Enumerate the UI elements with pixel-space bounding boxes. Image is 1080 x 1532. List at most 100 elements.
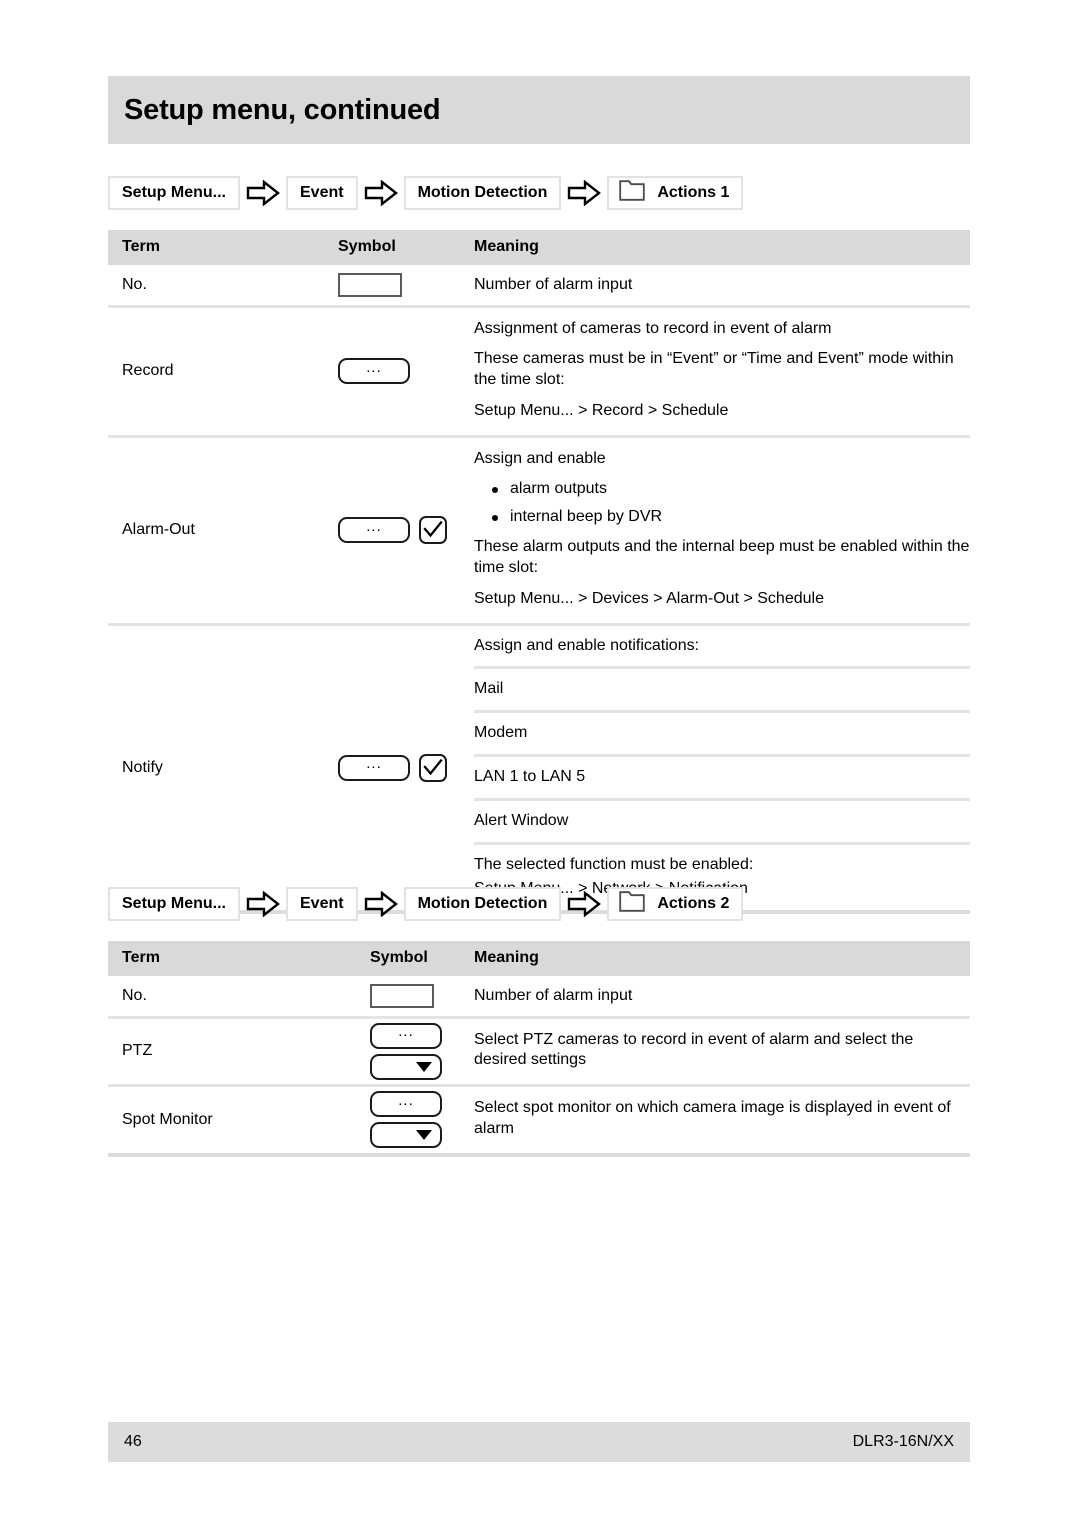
column-header-symbol: Symbol [370,941,474,976]
column-header-term: Term [108,230,338,265]
row-term: No. [122,986,147,1004]
breadcrumb-item-event[interactable]: Event [286,887,358,921]
column-header-meaning: Meaning [474,230,970,265]
document-page: Setup menu, continued Setup Menu... Even… [108,0,970,1532]
meaning-line: Assignment of cameras to record in event… [474,319,832,337]
arrow-right-icon [561,180,607,206]
column-header-symbol: Symbol [338,230,474,265]
ellipsis-button-symbol: ... [338,358,410,385]
row-meaning: Assign and enable alarm outputs internal… [474,436,970,624]
row-meaning: Number of alarm input [474,265,970,306]
meaning-line: Alert Window [474,797,970,844]
table-header-row: Term Symbol Meaning [108,230,970,265]
page-footer: 46 DLR3-16N/XX [108,1422,970,1462]
breadcrumb-item-setup-menu[interactable]: Setup Menu... [108,176,240,210]
row-symbol: ... [338,436,474,624]
row-term: Record [122,362,174,380]
table-row: No. Number of alarm input [108,976,970,1017]
table-row: Record ... Assignment of cameras to reco… [108,306,970,436]
chevron-down-icon [416,1061,432,1072]
table-row: Alarm-Out ... Assign and enable alarm ou… [108,436,970,624]
meaning-subrow: The selected function must be enabled: [474,841,970,878]
meaning-line: Mail [474,666,970,712]
meaning-line: Setup Menu... > Record > Schedule [474,401,729,419]
row-meaning: Select PTZ cameras to record in event of… [474,1017,970,1086]
chevron-down-icon [416,1130,432,1141]
ellipsis-button-symbol: ... [370,1091,442,1118]
table-actions-1: Term Symbol Meaning No. Number of alarm … [108,230,970,917]
breadcrumb-item-event[interactable]: Event [286,176,358,210]
meaning-line: Modem [474,710,970,756]
breadcrumb-item-actions-2[interactable]: Actions 2 [607,887,744,921]
arrow-right-icon [240,180,286,206]
model-identifier: DLR3-16N/XX [852,1433,954,1450]
breadcrumb-item-motion-detection[interactable]: Motion Detection [403,176,562,210]
table-header-row: Term Symbol Meaning [108,941,970,976]
meaning-subrow: Modem [474,710,970,756]
list-item: internal beep by DVR [492,503,970,532]
breadcrumb-label: Actions 2 [657,895,730,912]
meaning-subrow: Mail [474,666,970,712]
breadcrumb-label: Motion Detection [417,895,548,912]
meaning-subrow: LAN 1 to LAN 5 [474,753,970,800]
arrow-right-icon [358,891,404,917]
breadcrumb-label: Setup Menu... [122,184,226,201]
row-symbol: ... [338,624,474,912]
table-row: PTZ ... Select PTZ cameras to record in … [108,1017,970,1086]
breadcrumb-item-motion-detection[interactable]: Motion Detection [403,887,562,921]
table-row: Notify ... Assign and enable notificatio… [108,624,970,912]
meaning-line: Number of alarm input [474,987,633,1004]
row-term: PTZ [122,1042,153,1060]
column-header-meaning: Meaning [474,941,970,976]
page-title: Setup menu, continued [124,93,441,126]
arrow-right-icon [358,180,404,206]
meaning-line: Assign and enable [474,449,606,467]
meaning-line: Select PTZ cameras to record in event of… [474,1030,914,1069]
column-header-term: Term [108,941,370,976]
row-meaning: Assignment of cameras to record in event… [474,306,970,436]
arrow-right-icon [240,891,286,917]
dropdown-symbol [370,1122,442,1149]
row-term: Alarm-Out [122,521,195,539]
table-row: Spot Monitor ... Select spot monitor on … [108,1085,970,1155]
folder-icon [619,180,646,206]
meaning-subrow: Assign and enable notifications: [474,626,970,668]
breadcrumb-label: Actions 1 [657,184,730,201]
meaning-line: Number of alarm input [474,276,633,293]
row-symbol: ... [338,306,474,436]
row-symbol [338,265,474,306]
breadcrumb-section-2: Setup Menu... Event Motion Detection Act… [108,885,744,923]
table-row: No. Number of alarm input [108,265,970,306]
row-meaning: Number of alarm input [474,976,970,1017]
meaning-line: Setup Menu... > Devices > Alarm-Out > Sc… [474,589,824,607]
meaning-subrow-table: Assign and enable notifications: Mail Mo… [474,626,970,911]
table-bottom-border [108,1154,970,1159]
page-title-band: Setup menu, continued [108,76,970,144]
meaning-bullet-list: alarm outputs internal beep by DVR [474,475,970,533]
breadcrumb-item-setup-menu[interactable]: Setup Menu... [108,887,240,921]
row-term: Spot Monitor [122,1110,213,1128]
breadcrumb-label: Motion Detection [417,184,548,201]
breadcrumb-label: Event [300,895,344,912]
meaning-line: LAN 1 to LAN 5 [474,753,970,800]
meaning-subrow: Alert Window [474,797,970,844]
breadcrumb-label: Setup Menu... [122,895,226,912]
checkbox-symbol [419,753,447,782]
meaning-line: The selected function must be enabled: [474,841,970,878]
row-symbol: ... [370,1086,474,1155]
ellipsis-button-symbol: ... [370,1022,442,1049]
ellipsis-button-symbol: ... [338,754,410,781]
arrow-right-icon [561,891,607,917]
folder-icon [619,891,646,917]
row-meaning: Select spot monitor on which camera imag… [474,1086,970,1155]
row-term: No. [122,275,147,293]
ellipsis-button-symbol: ... [338,517,410,544]
table-actions-2: Term Symbol Meaning No. Number of alarm … [108,941,970,1159]
breadcrumb-label: Event [300,184,344,201]
row-meaning: Assign and enable notifications: Mail Mo… [474,624,970,912]
dropdown-symbol [370,1053,442,1080]
row-symbol: ... [370,1017,474,1086]
meaning-line: Assign and enable notifications: [474,636,700,654]
breadcrumb-item-actions-1[interactable]: Actions 1 [607,176,744,210]
breadcrumb-section-1: Setup Menu... Event Motion Detection Act… [108,174,744,212]
